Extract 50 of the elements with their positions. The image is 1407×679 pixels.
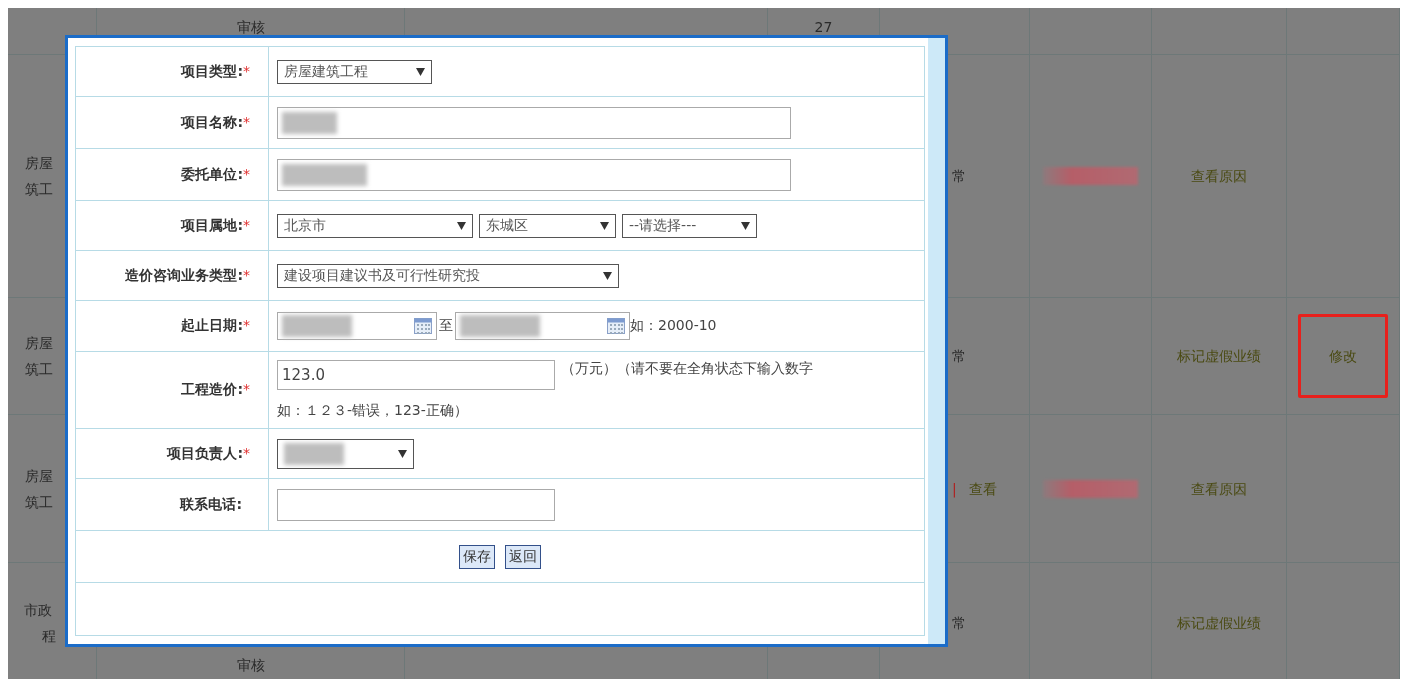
cell-text: 程 bbox=[42, 626, 56, 646]
field-label: 造价咨询业务类型:* bbox=[125, 266, 250, 285]
field-label: 委托单位:* bbox=[181, 165, 250, 184]
caret-icon bbox=[603, 271, 612, 280]
region-select[interactable]: 东城区 bbox=[479, 213, 616, 238]
caret-icon bbox=[457, 221, 466, 230]
cost-hint: 如：１２３-错误，123-正确） bbox=[277, 402, 469, 420]
cell-text: 筑工 bbox=[25, 180, 53, 199]
manager-select[interactable] bbox=[277, 438, 414, 469]
save-button[interactable]: 保存 bbox=[459, 544, 495, 569]
caret-icon bbox=[398, 449, 407, 458]
cost-field[interactable]: 123.0 bbox=[277, 360, 555, 390]
region-select[interactable]: 北京市 bbox=[277, 213, 473, 238]
consulting-type-select[interactable]: 建设项目建议书及可行性研究投 bbox=[277, 263, 619, 288]
cell-text: 常 bbox=[952, 167, 966, 186]
calendar-icon[interactable] bbox=[607, 318, 625, 334]
cost-hint: （万元）（请不要在全角状态下输入数字 bbox=[561, 360, 813, 378]
start-date-field[interactable] bbox=[277, 312, 437, 340]
input-field[interactable] bbox=[277, 158, 791, 191]
caret-icon bbox=[416, 67, 425, 76]
field-label: 项目负责人:* bbox=[167, 444, 250, 463]
date-hint: 如：2000-10 bbox=[630, 317, 717, 335]
end-date-field[interactable] bbox=[455, 312, 630, 340]
cell-text: 审核 bbox=[236, 656, 265, 675]
field-label: 项目名称:* bbox=[181, 113, 250, 132]
caret-icon bbox=[741, 221, 750, 230]
cell-text: 常 bbox=[952, 347, 966, 366]
field-label: 联系电话: bbox=[180, 495, 242, 514]
calendar-icon[interactable] bbox=[414, 318, 432, 334]
cell-text: 房屋 bbox=[25, 466, 53, 486]
cell-text: 市政 bbox=[24, 600, 52, 620]
separator-text: 至 bbox=[439, 317, 453, 335]
cell-text: 常 bbox=[952, 613, 966, 633]
cell-text: 27 bbox=[814, 18, 833, 37]
back-button[interactable]: 返回 bbox=[505, 544, 541, 569]
input-field[interactable] bbox=[277, 106, 791, 139]
cell-text: 筑工 bbox=[25, 492, 53, 512]
field-label: 工程造价:* bbox=[181, 381, 250, 399]
cell-text: 审核 bbox=[236, 18, 265, 37]
cell-text: 房屋 bbox=[25, 154, 53, 173]
field-label: 起止日期:* bbox=[181, 317, 250, 335]
phone-field[interactable] bbox=[277, 488, 555, 521]
field-label: 项目类型:* bbox=[181, 62, 250, 81]
caret-icon bbox=[600, 221, 609, 230]
cell-text: 房屋 bbox=[25, 334, 53, 353]
project-type-select[interactable]: 房屋建筑工程 bbox=[277, 59, 432, 84]
cell-text: 筑工 bbox=[25, 360, 53, 379]
region-select[interactable]: --请选择--- bbox=[622, 213, 757, 238]
field-label: 项目属地:* bbox=[181, 216, 250, 235]
separator-text: | bbox=[952, 479, 957, 500]
